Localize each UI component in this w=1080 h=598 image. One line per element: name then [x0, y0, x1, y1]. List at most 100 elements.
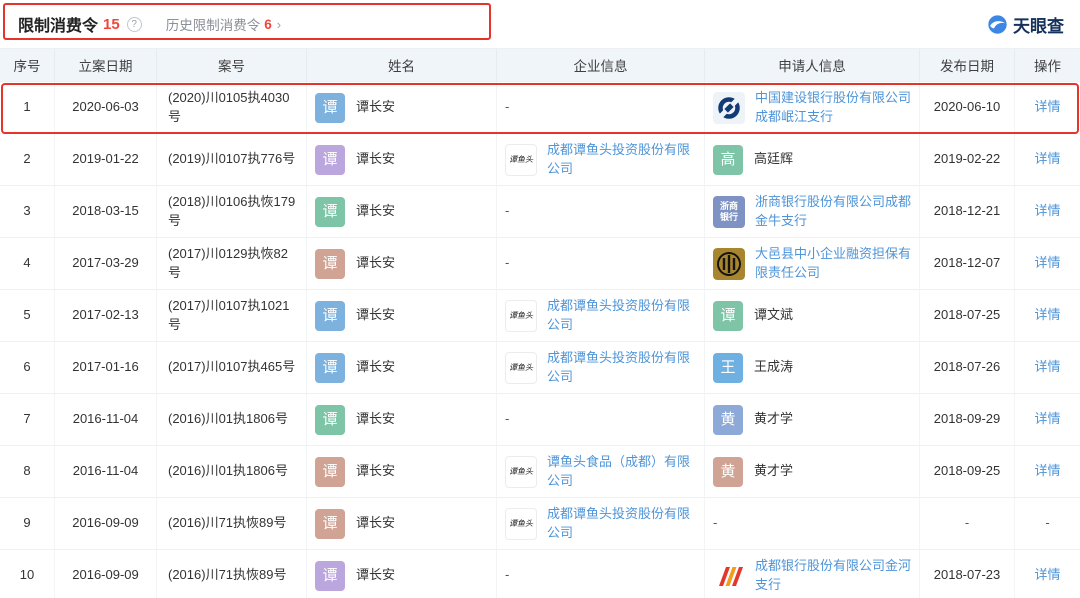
cell-no: 2: [0, 134, 55, 185]
company-empty-dash: -: [505, 99, 510, 115]
applicant-avatar: 王: [713, 352, 743, 383]
table-row: 7 2016-11-04 (2016)川01执1806号谭谭长安 - 黄黄才学 2018-…: [0, 394, 1080, 446]
czb-bank-logo-icon: 浙商 银行: [713, 195, 745, 228]
title-group: 限制消费令 15 ? 历史限制消费令 6 ›: [10, 12, 281, 36]
cell-applicant: 大邑县中小企业融资担保有限责任公司: [705, 238, 920, 289]
cell-publish-date: 2018-09-29: [920, 394, 1015, 445]
cell-action: 详情: [1015, 186, 1080, 237]
cell-filing-date: 2019-01-22: [55, 134, 157, 185]
tanyutou-company-logo-icon: 谭鱼头: [505, 299, 537, 332]
table-body: 1 2020-06-03 (2020)川0105执4030号谭谭长安 - 中国建设银行股…: [0, 82, 1080, 598]
cell-applicant: 黄黄才学: [705, 394, 920, 445]
person-avatar: 谭: [315, 92, 345, 123]
table-row: 2 2019-01-22 (2019)川0107执776号谭谭长安 谭鱼头 成都谭鱼头投…: [0, 134, 1080, 186]
cell-company: 谭鱼头 成都谭鱼头投资股份有限公司: [497, 290, 705, 341]
detail-link[interactable]: 详情: [1034, 98, 1060, 117]
cell-action: 详情: [1015, 238, 1080, 289]
detail-link[interactable]: 详情: [1034, 462, 1060, 481]
cell-name: 谭谭长安: [307, 82, 497, 133]
applicant-name: 高廷辉: [754, 151, 794, 167]
detail-link[interactable]: 详情: [1034, 150, 1060, 169]
cell-name: 谭谭长安: [307, 186, 497, 237]
company-link[interactable]: 成都谭鱼头投资股份有限公司: [547, 349, 696, 387]
person-avatar: 谭: [315, 144, 345, 175]
cell-publish-date: 2018-07-26: [920, 342, 1015, 393]
applicant-empty-dash: -: [713, 515, 718, 531]
person-avatar: 谭: [315, 300, 345, 331]
table-row: 9 2016-09-09 (2016)川71执恢89号谭谭长安 谭鱼头 成都谭鱼头投资股…: [0, 498, 1080, 550]
cell-company: 谭鱼头 成都谭鱼头投资股份有限公司: [497, 498, 705, 549]
detail-link[interactable]: 详情: [1034, 202, 1060, 221]
cell-company: 谭鱼头 成都谭鱼头投资股份有限公司: [497, 134, 705, 185]
tianyancha-eye-icon: [988, 14, 1007, 34]
person-name: 谭长安: [356, 203, 396, 219]
cell-company: -: [497, 186, 705, 237]
cell-publish-date: 2018-07-23: [920, 550, 1015, 598]
cell-publish-date: 2018-07-25: [920, 290, 1015, 341]
cell-case-no: (2016)川71执恢89号: [157, 498, 307, 549]
cell-case-no: (2016)川01执1806号: [157, 394, 307, 445]
table-row: 8 2016-11-04 (2016)川01执1806号谭谭长安 谭鱼头 谭鱼头食品（成…: [0, 446, 1080, 498]
person-name: 谭长安: [356, 463, 396, 479]
company-empty-dash: -: [505, 255, 510, 271]
cell-case-no: (2020)川0105执4030号: [157, 82, 307, 133]
person-name: 谭长安: [356, 359, 396, 375]
cell-filing-date: 2017-02-13: [55, 290, 157, 341]
cell-no: 1: [0, 82, 55, 133]
cell-action: 详情: [1015, 342, 1080, 393]
person-avatar: 谭: [315, 248, 345, 279]
column-header-action: 操作: [1034, 59, 1061, 74]
applicant-avatar: 黄: [713, 404, 743, 435]
applicant-name: 黄才学: [754, 463, 794, 479]
person-avatar: 谭: [315, 560, 345, 591]
applicant-link[interactable]: 成都银行股份有限公司金河支行: [755, 557, 911, 595]
company-link[interactable]: 成都谭鱼头投资股份有限公司: [547, 505, 696, 543]
table-row: 4 2017-03-29 (2017)川0129执恢82号谭谭长安 - 大邑县中小企业融…: [0, 238, 1080, 290]
tianyancha-logo[interactable]: 天眼查: [987, 12, 1064, 37]
detail-link[interactable]: 详情: [1034, 254, 1060, 273]
detail-link[interactable]: 详情: [1034, 306, 1060, 325]
column-header-case-no: 案号: [157, 49, 307, 81]
cell-no: 5: [0, 290, 55, 341]
cell-action: 详情: [1015, 290, 1080, 341]
cell-no: 10: [0, 550, 55, 598]
restriction-count-badge: 15: [103, 15, 120, 33]
page-title: 限制消费令: [18, 18, 99, 35]
cell-publish-date: 2018-12-07: [920, 238, 1015, 289]
company-link[interactable]: 成都谭鱼头投资股份有限公司: [547, 141, 696, 179]
detail-link[interactable]: 详情: [1034, 410, 1060, 429]
cell-company: 谭鱼头 谭鱼头食品（成都）有限公司: [497, 446, 705, 497]
cell-company: -: [497, 238, 705, 289]
cell-filing-date: 2018-03-15: [55, 186, 157, 237]
column-header-publish-date: 发布日期: [920, 49, 1015, 81]
cell-applicant: 谭谭文斌: [705, 290, 920, 341]
ccb-bank-logo-icon: [713, 91, 745, 124]
cell-name: 谭谭长安: [307, 342, 497, 393]
applicant-link[interactable]: 浙商银行股份有限公司成都金牛支行: [755, 193, 911, 231]
history-link-label: 历史限制消费令: [165, 18, 261, 33]
cell-applicant: -: [705, 498, 920, 549]
cell-name: 谭谭长安: [307, 446, 497, 497]
column-header-name: 姓名: [307, 49, 497, 81]
history-restriction-link[interactable]: 历史限制消费令 6 ›: [166, 14, 281, 34]
person-name: 谭长安: [356, 151, 396, 167]
detail-link[interactable]: 详情: [1034, 358, 1060, 377]
company-link[interactable]: 成都谭鱼头投资股份有限公司: [547, 297, 696, 335]
cell-name: 谭谭长安: [307, 394, 497, 445]
applicant-link[interactable]: 中国建设银行股份有限公司成都岷江支行: [755, 89, 911, 127]
applicant-link[interactable]: 大邑县中小企业融资担保有限责任公司: [755, 245, 911, 283]
detail-link[interactable]: 详情: [1034, 566, 1060, 585]
cell-filing-date: 2017-03-29: [55, 238, 157, 289]
cell-filing-date: 2020-06-03: [55, 82, 157, 133]
help-question-icon[interactable]: ?: [126, 16, 142, 32]
applicant-name: 谭文斌: [754, 307, 794, 323]
page-header: 限制消费令 15 ? 历史限制消费令 6 › 天眼查: [0, 0, 1080, 48]
cell-filing-date: 2016-09-09: [55, 550, 157, 598]
dayi-guarantee-logo-icon: [713, 247, 745, 280]
cell-case-no: (2016)川71执恢89号: [157, 550, 307, 598]
bank-of-chengdu-logo-icon: [713, 559, 745, 592]
person-name: 谭长安: [356, 411, 396, 427]
company-link[interactable]: 谭鱼头食品（成都）有限公司: [547, 453, 696, 491]
cell-no: 4: [0, 238, 55, 289]
table-row: 3 2018-03-15 (2018)川0106执恢179号谭谭长安 - 浙商 银行 浙商银…: [0, 186, 1080, 238]
